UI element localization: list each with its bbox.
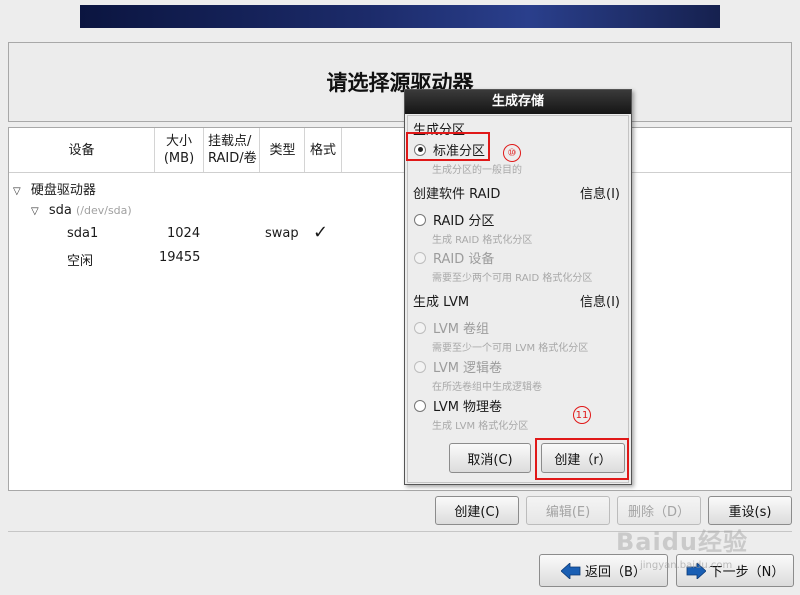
group-label: 硬盘驱动器	[30, 183, 96, 198]
disk-path: (/dev/sda)	[75, 204, 132, 217]
row-type: swap	[265, 226, 299, 241]
column-device-label: 设备	[68, 142, 95, 158]
cancel-button[interactable]: 取消(C)	[449, 443, 531, 473]
hint-standard: 生成分区的一般目的	[432, 165, 522, 176]
hint-lvm-vg: 需要至少一个可用 LVM 格式化分区	[432, 343, 589, 354]
create-button[interactable]: 创建(C)	[435, 496, 519, 525]
tree-disk-sda[interactable]: ▽ sda (/dev/sda)	[31, 203, 132, 218]
table-header: 设备 大小 (MB) 挂载点/ RAID/卷 类型 格式	[9, 128, 791, 173]
row-device: sda1	[67, 226, 99, 241]
page-title: 请选择源驱动器	[326, 71, 474, 95]
hint-raid-partition: 生成 RAID 格式化分区	[432, 235, 533, 246]
hint-lvm-pv: 生成 LVM 格式化分区	[432, 421, 529, 432]
radio-raid-device: RAID 设备	[414, 248, 494, 267]
column-mount-label: 挂载点/ RAID/卷	[208, 134, 257, 166]
dialog-title: 生成存储	[405, 90, 631, 114]
info-raid-link[interactable]: 信息(I)	[580, 183, 620, 202]
row-device: 空闲	[67, 254, 94, 269]
opt-lvm-vg-label: LVM 卷组	[433, 322, 490, 337]
dialog-body: 生成分区 标准分区 生成分区的一般目的 创建软件 RAID 信息(I) RAID…	[407, 115, 629, 483]
radio-disabled-icon	[414, 321, 426, 334]
hint-raid-device: 需要至少两个可用 RAID 格式化分区	[432, 273, 593, 284]
radio-disabled-icon	[414, 360, 426, 373]
highlight-standard-partition	[406, 132, 490, 161]
watermark-url: jingyan.baidu.com	[640, 560, 733, 571]
radio-lvm-lv: LVM 逻辑卷	[414, 357, 502, 376]
annotation-step-11: 11	[573, 406, 591, 424]
arrow-left-icon	[561, 562, 581, 579]
edit-button: 编辑(E)	[526, 496, 610, 525]
section-lvm: 生成 LVM	[413, 295, 470, 310]
opt-lvm-lv-label: LVM 逻辑卷	[433, 361, 503, 376]
radio-unchecked-icon[interactable]	[414, 213, 426, 226]
opt-raid-partition-label: RAID 分区	[433, 214, 495, 229]
column-size-label: 大小 (MB)	[163, 134, 195, 166]
expander-down-icon[interactable]: ▽	[13, 186, 21, 197]
column-type-label: 类型	[269, 142, 296, 158]
opt-raid-device-label: RAID 设备	[433, 252, 495, 267]
radio-lvm-pv[interactable]: LVM 物理卷	[414, 396, 502, 415]
row-size: 19455	[159, 250, 201, 265]
title-panel: 请选择源驱动器	[8, 42, 792, 122]
format-check-icon: ✓	[313, 222, 329, 243]
radio-disabled-icon	[414, 251, 426, 264]
section-raid: 创建软件 RAID	[413, 187, 501, 202]
column-format-label: 格式	[309, 142, 336, 158]
column-size[interactable]: 大小 (MB)	[155, 128, 204, 172]
highlight-create-button	[535, 438, 629, 480]
back-label: 返回（B）	[585, 565, 646, 580]
radio-lvm-vg: LVM 卷组	[414, 318, 489, 337]
column-device[interactable]: 设备	[9, 128, 155, 172]
device-table[interactable]: 设备 大小 (MB) 挂载点/ RAID/卷 类型 格式 ▽ 硬盘驱动器 ▽ s…	[8, 127, 792, 491]
tree-group-hard-drives[interactable]: ▽ 硬盘驱动器	[13, 179, 96, 198]
radio-raid-partition[interactable]: RAID 分区	[414, 210, 494, 229]
disk-label: sda	[48, 203, 72, 218]
annotation-step-10: ⑩	[503, 144, 521, 162]
header-banner	[80, 5, 720, 28]
reset-button[interactable]: 重设(s)	[708, 496, 792, 525]
column-mount[interactable]: 挂载点/ RAID/卷	[204, 128, 260, 172]
hint-lvm-lv: 在所选卷组中生成逻辑卷	[432, 382, 542, 393]
column-format[interactable]: 格式	[305, 128, 342, 172]
delete-button: 删除（D）	[617, 496, 701, 525]
radio-unchecked-icon[interactable]	[414, 399, 426, 412]
row-size: 1024	[167, 226, 201, 241]
expander-down-icon[interactable]: ▽	[31, 206, 39, 217]
info-lvm-link[interactable]: 信息(I)	[580, 291, 620, 310]
opt-lvm-pv-label: LVM 物理卷	[433, 400, 503, 415]
column-type[interactable]: 类型	[261, 128, 305, 172]
watermark-logo: Baidu经验	[616, 528, 748, 556]
